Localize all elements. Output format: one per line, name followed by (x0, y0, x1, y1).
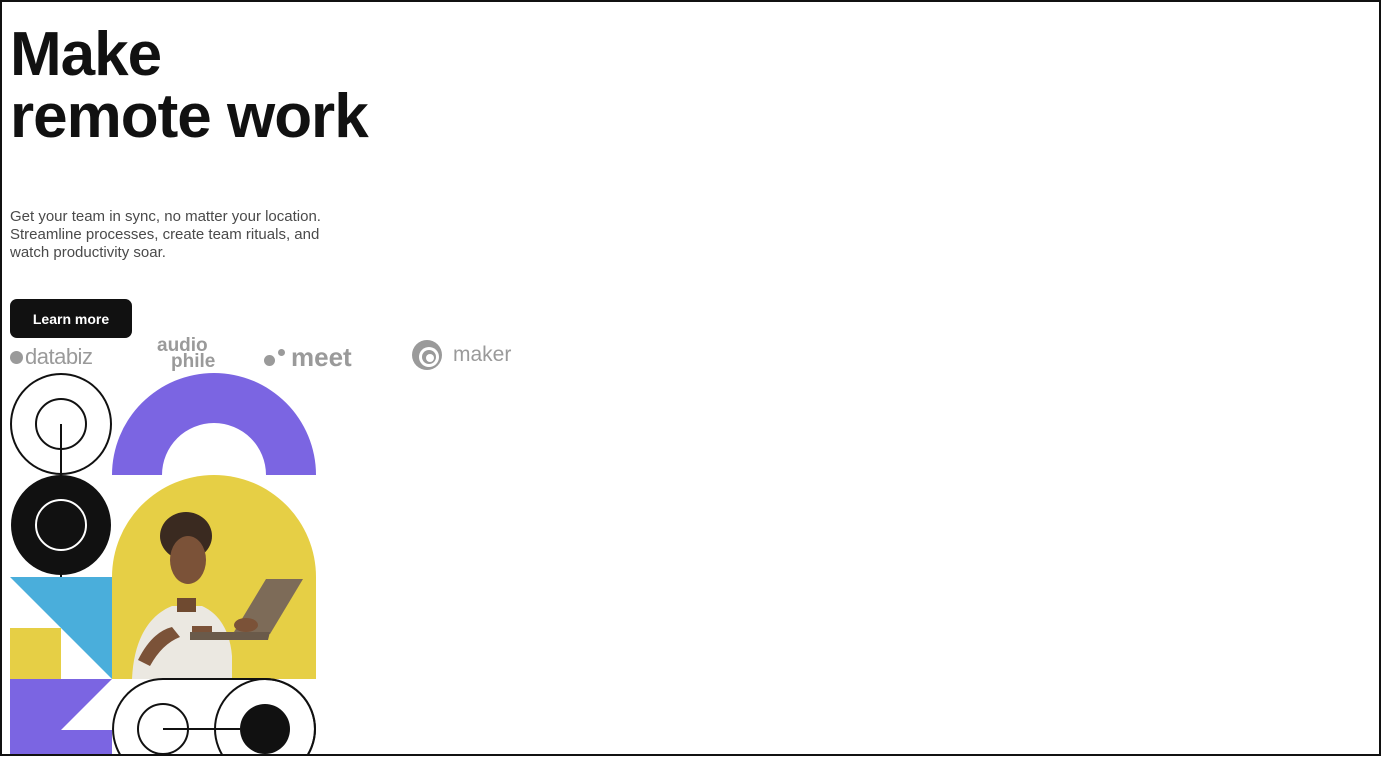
meet-logo: meet (264, 342, 352, 373)
page-frame: Make remote work Get your team in sync, … (0, 0, 1381, 756)
black-disc-shape (11, 475, 111, 575)
purple-arch-shape (112, 373, 316, 475)
swirl-circle-icon (412, 340, 442, 370)
headline-line-1: Make (10, 20, 162, 89)
databiz-wordmark: databiz (25, 344, 93, 369)
description-line-1: Get your team in sync, no matter your lo… (10, 208, 321, 225)
hero-illustration (10, 373, 316, 754)
headline-line-2: remote work (10, 82, 369, 151)
outline-pill-shape (112, 678, 316, 754)
learn-more-button[interactable]: Learn more (10, 299, 132, 338)
two-dots-icon (264, 349, 285, 366)
meet-wordmark: meet (291, 342, 352, 372)
maker-wordmark: maker (453, 343, 512, 366)
maker-logo: maker (411, 338, 511, 372)
databiz-logo: databiz (10, 344, 93, 370)
geometric-tiles-shape (10, 577, 112, 754)
hero-headline: Make remote work (10, 20, 369, 151)
hero-description: Get your team in sync, no matter your lo… (10, 208, 370, 262)
audiophile-logo: audio phile (157, 336, 216, 372)
description-line-2: Streamline processes, create team ritual… (10, 226, 320, 243)
dot-icon (10, 350, 23, 364)
audiophile-wordmark-line-2: phile (171, 351, 216, 372)
description-line-3: watch productivity soar. (10, 244, 166, 261)
